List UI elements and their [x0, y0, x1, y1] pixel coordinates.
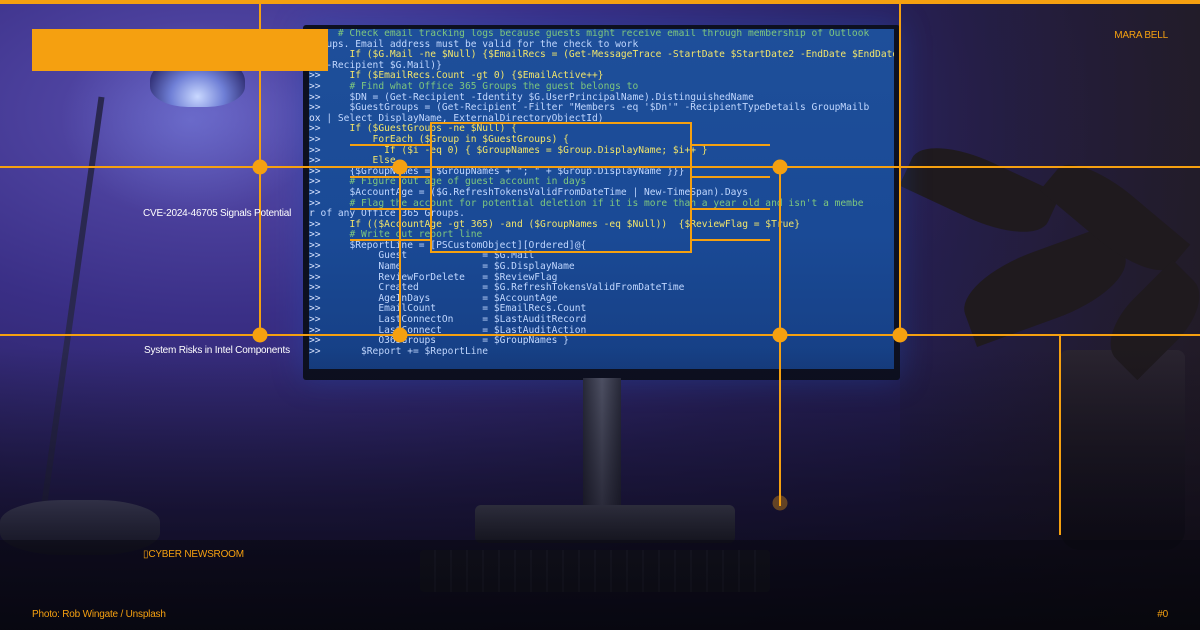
headline-line-1: CVE-2024-46705 Signals Potential — [143, 208, 292, 219]
node-dot — [772, 327, 788, 343]
vignette — [0, 0, 1200, 630]
guide-line-vertical — [399, 166, 401, 337]
highlight-tick — [350, 208, 430, 210]
node-dot — [252, 159, 268, 175]
author-name: MARA BELL — [1114, 30, 1168, 41]
guide-line-vertical — [899, 0, 901, 337]
top-accent-bar — [0, 0, 1200, 4]
highlight-tick — [350, 239, 430, 241]
card-number: #0 — [1157, 609, 1168, 620]
social-card: # Check email tracking logs because gues… — [0, 0, 1200, 630]
highlight-frame — [430, 122, 692, 253]
highlight-tick — [690, 239, 770, 241]
highlight-tick — [350, 176, 430, 178]
node-dot — [252, 327, 268, 343]
accent-block — [32, 29, 328, 71]
highlight-tick — [690, 144, 770, 146]
photo-credit: Photo: Rob Wingate / Unsplash — [32, 609, 166, 620]
node-dot — [772, 495, 788, 511]
node-dot — [392, 159, 408, 175]
node-dot — [892, 327, 908, 343]
node-dot — [772, 159, 788, 175]
headline-line-2: System Risks in Intel Components — [144, 345, 290, 356]
node-dot — [392, 327, 408, 343]
section-label: ▯CYBER NEWSROOM — [143, 549, 244, 560]
guide-line-horizontal — [0, 334, 1200, 336]
guide-line-vertical — [1059, 335, 1061, 535]
section-label-text: CYBER NEWSROOM — [148, 549, 244, 560]
highlight-tick — [350, 144, 430, 146]
highlight-tick — [690, 176, 770, 178]
highlight-tick — [690, 208, 770, 210]
